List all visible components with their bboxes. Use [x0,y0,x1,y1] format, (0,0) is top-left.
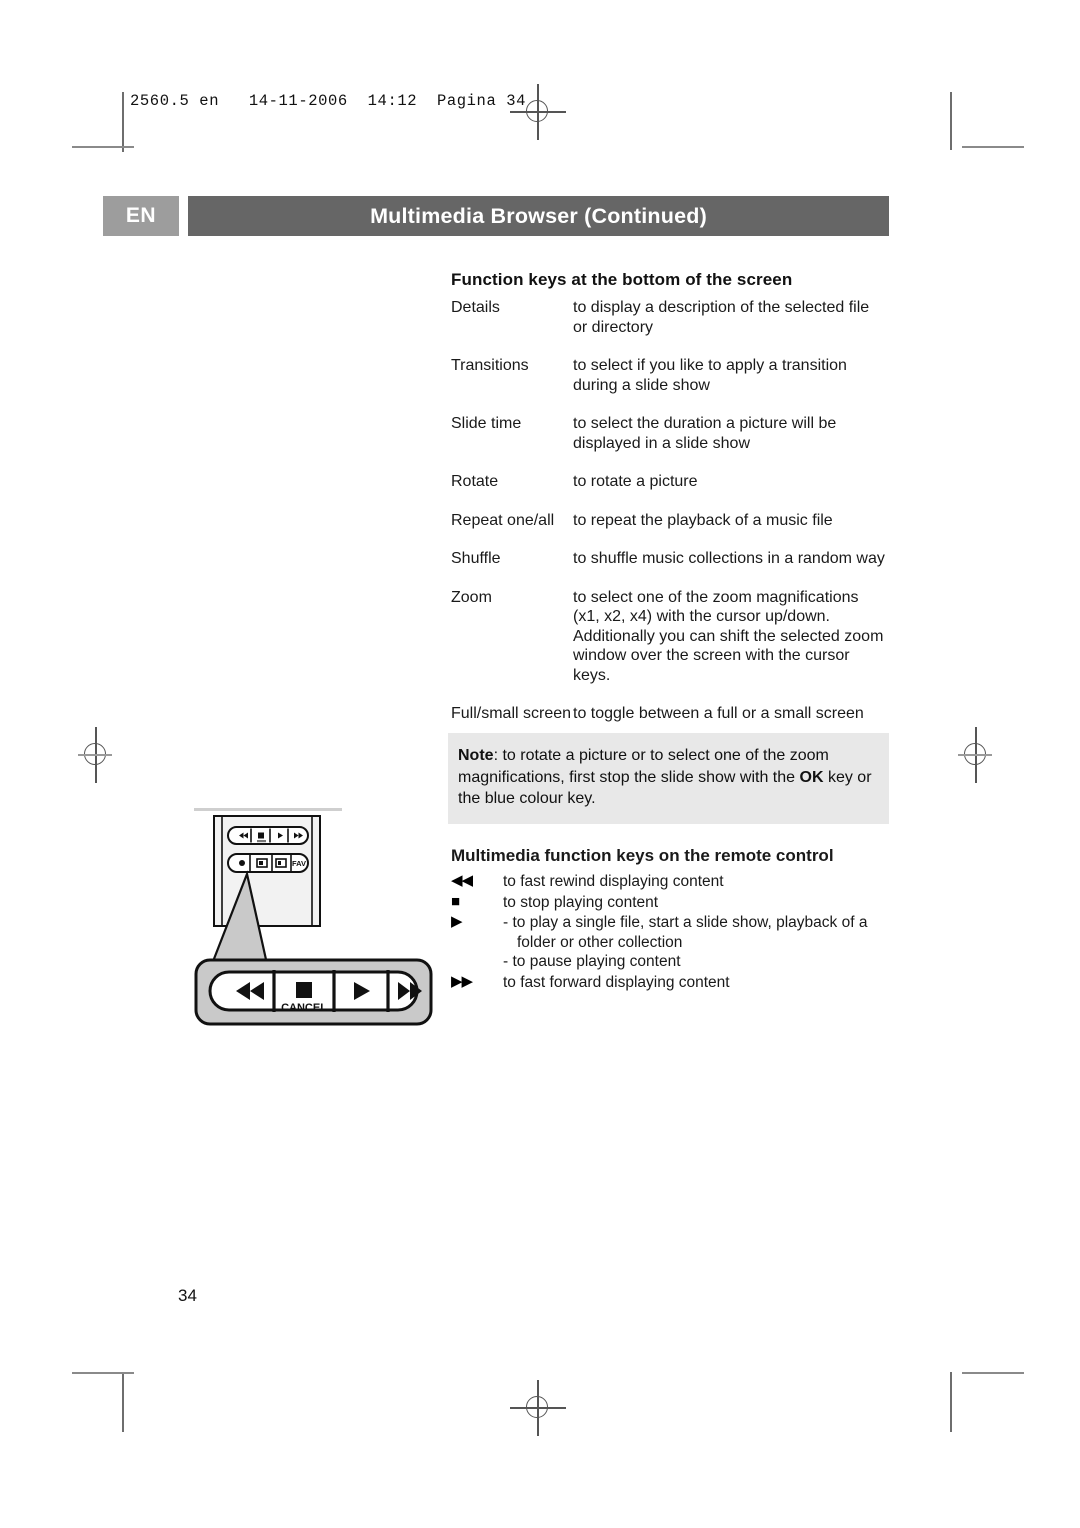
registration-mark-left [60,719,132,791]
description-line: to fast forward displaying content [503,973,730,991]
remote-key-row: ▶ - to play a single file, start a slide … [451,913,896,972]
crop-rule-left-bottom [122,1372,124,1432]
registration-mark-bottom-center [502,1372,574,1444]
function-key-description: to display a description of the selected… [573,298,896,337]
function-key-row: Shuffle to shuffle music collections in a… [451,549,896,569]
play-pause-icon: ▶ [451,913,463,931]
remote-key-row: ▶▶ to fast forward displaying content [451,973,896,993]
remote-keys-section: Multimedia function keys on the remote c… [451,846,896,993]
cancel-button-label: CANCEL [281,1002,327,1014]
crop-mark-right-top [962,146,1024,148]
function-key-row: Transitions to select if you like to appl… [451,356,896,395]
note-label: Note [458,747,494,764]
description-line: window over the screen with the cursor [573,647,850,665]
function-key-label: Rotate [451,473,499,491]
function-key-label: Transitions [451,357,529,375]
description-line: during a slide show [573,376,710,394]
stop-icon: ■ [451,892,460,910]
stop-icon-small [258,832,264,839]
fast-rewind-icon: ◀◀ [451,872,473,889]
remote-control-illustration: FAV CANCEL [192,800,442,1032]
record-icon-small [239,860,245,866]
note-text-first: : to rotate a picture or to select one o… [458,747,829,786]
description-line: Additionally you can shift the selected … [573,627,884,645]
stop-icon-large [296,982,312,998]
description-line: to repeat the playback of a music file [573,511,833,529]
description-line: folder or other collection [517,933,683,951]
description-line: to select the duration a picture will be [573,415,837,433]
description-line: to shuffle music collections in a random… [573,550,885,568]
function-key-description: to shuffle music collections in a random… [573,549,896,569]
crop-mark-left-bottom [72,1372,134,1374]
note-box: Note: to rotate a picture or to select o… [448,733,889,824]
description-line: to stop playing content [503,893,659,911]
magnified-transport-strip: CANCEL [194,958,433,1026]
function-key-label: Slide time [451,415,522,433]
page-number: 34 [178,1286,197,1305]
function-key-row: Repeat one/all to repeat the playback of … [451,511,896,531]
crop-rule-right-top [950,92,952,150]
function-key-description: to select one of the zoom magnifications… [573,588,896,686]
function-key-description: to repeat the playback of a music file [573,511,896,531]
description-line: - to pause playing content [503,953,681,971]
function-key-label: Zoom [451,588,492,606]
description-line: to fast rewind displaying content [503,873,724,890]
function-keys-section: Function keys at the bottom of the scree… [451,270,896,743]
description-line: or directory [573,318,654,336]
language-badge: EN [103,196,179,236]
description-line: to select one of the zoom magnifications [573,588,859,606]
remote-keys-list: ◀◀ to fast rewind displaying content ■ to s… [451,872,896,992]
remote-key-description: to stop playing content [503,893,896,913]
remote-secondary-row: FAV [227,853,309,873]
description-line: displayed in a slide show [573,434,750,452]
fav-button-label: FAV [292,859,306,868]
page-title: Multimedia Browser (Continued) [188,196,889,236]
registration-mark-top-center [502,76,574,148]
description-line: - to play a single file, start a slide s… [503,914,868,932]
function-key-label: Details [451,299,500,316]
remote-key-description: to fast forward displaying content [503,973,896,993]
registration-mark-right [940,719,1012,791]
description-line: to rotate a picture [573,473,698,491]
function-key-row: Details to display a description of the s… [451,298,896,337]
description-line: (x1, x2, x4) with the cursor up/down. [573,608,830,626]
remote-keys-heading: Multimedia function keys on the remote c… [451,846,834,865]
function-key-label: Repeat one/all [451,511,555,529]
function-key-row: Zoom to select one of the zoom magnificat… [451,588,896,686]
ok-key-label: OK [799,768,824,786]
function-keys-list: Details to display a description of the s… [451,298,896,724]
function-key-row: Full/small screen to toggle between a ful… [451,704,896,724]
remote-key-description: to fast rewind displaying content [503,872,896,892]
description-line: keys. [573,666,611,684]
description-line: to toggle between a full or a small scre… [573,705,864,723]
remote-transport-row [227,826,309,845]
crop-rule-left-top [122,92,124,152]
function-key-row: Rotate to rotate a picture [451,472,896,492]
description-line: to select if you like to apply a transit… [573,357,847,375]
function-keys-heading: Function keys at the bottom of the scree… [451,270,793,289]
crop-mark-right-bottom [962,1372,1024,1374]
remote-key-row: ■ to stop playing content [451,893,896,913]
remote-key-row: ◀◀ to fast rewind displaying content [451,872,896,892]
description-line: to display a description of the selected… [573,299,870,316]
function-key-label: Shuffle [451,550,501,568]
crop-mark-left-top [72,146,134,148]
function-key-label: Full/small screen [451,705,572,723]
page-title-banner: EN Multimedia Browser (Continued) [103,196,889,236]
function-key-row: Slide time to select the duration a pictu… [451,414,896,453]
crop-rule-right-bottom [950,1372,952,1432]
function-key-description: to select the duration a picture will be… [573,414,896,453]
function-key-description: to toggle between a full or a small scre… [573,704,896,724]
remote-key-description: - to play a single file, start a slide s… [503,913,896,972]
illustration-top-rule [194,808,342,811]
print-slug: 2560.5 en 14-11-2006 14:12 Pagina 34 [130,92,527,110]
function-key-description: to rotate a picture [573,472,896,492]
function-key-description: to select if you like to apply a transit… [573,356,896,395]
fast-forward-icon: ▶▶ [451,972,473,990]
